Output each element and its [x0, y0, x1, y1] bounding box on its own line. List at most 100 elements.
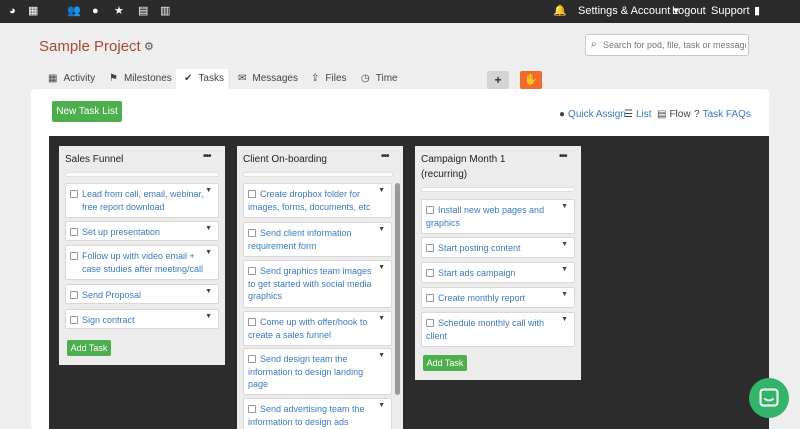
list-icon: ☰: [624, 109, 633, 120]
check-icon: ✔: [184, 73, 193, 84]
task-title[interactable]: Come up with offer/hook to create a sale…: [248, 316, 374, 341]
task-title[interactable]: Send client information requirement form: [248, 227, 374, 252]
caret-down-icon[interactable]: ▼: [378, 226, 385, 233]
task-title[interactable]: Create monthly report: [438, 292, 525, 305]
task-title[interactable]: Send graphics team images to get started…: [248, 265, 374, 303]
caret-down-icon[interactable]: ▼: [205, 288, 212, 295]
task-card[interactable]: Start ads campaign ▼: [421, 262, 575, 283]
column-menu-icon[interactable]: •••: [203, 151, 211, 162]
caret-down-icon[interactable]: ▼: [378, 264, 385, 271]
column-add-strip[interactable]: [65, 172, 219, 177]
task-card[interactable]: Create dropbox folder for images, forms,…: [243, 183, 392, 218]
tab-milestones[interactable]: ⚑ Milestones: [102, 69, 179, 89]
task-checkbox[interactable]: [70, 228, 78, 236]
task-title[interactable]: Install new web pages and graphics: [426, 204, 552, 229]
heart-icon[interactable]: ♡: [126, 39, 137, 53]
caret-down-icon[interactable]: ▼: [561, 203, 568, 210]
tab-tasks[interactable]: ✔ Tasks: [176, 69, 228, 89]
task-card[interactable]: Start posting content ▼: [421, 237, 575, 258]
add-task-button[interactable]: Add Task: [67, 340, 111, 356]
task-title[interactable]: Set up presentation: [82, 226, 160, 239]
pod-icon[interactable]: ◕: [9, 4, 16, 18]
task-card[interactable]: Sign contract ▼: [65, 309, 219, 329]
film-icon[interactable]: ▦: [28, 4, 38, 18]
task-card[interactable]: Create monthly report ▼: [421, 287, 575, 308]
task-card[interactable]: Install new web pages and graphics ▼: [421, 199, 575, 234]
task-card[interactable]: Come up with offer/hook to create a sale…: [243, 311, 392, 346]
task-title[interactable]: Start ads campaign: [438, 267, 516, 280]
quick-assign-link[interactable]: ● Quick Assign: [559, 108, 626, 121]
bookmark-icon[interactable]: ▮: [754, 4, 760, 18]
column-add-strip[interactable]: [243, 172, 393, 177]
caret-down-icon[interactable]: ▼: [378, 187, 385, 194]
task-title[interactable]: Send advertising team the information to…: [248, 403, 374, 428]
caret-down-icon[interactable]: ▼: [378, 402, 385, 409]
logout-link[interactable]: Logout: [672, 5, 706, 18]
hand-button[interactable]: ✋: [520, 71, 542, 89]
bell-icon[interactable]: 🔔: [553, 4, 567, 18]
caret-down-icon[interactable]: ▼: [205, 225, 212, 232]
task-card[interactable]: Lead from call, email, webinar, free rep…: [65, 183, 219, 218]
task-checkbox[interactable]: [70, 190, 78, 198]
task-card[interactable]: Send Proposal ▼: [65, 284, 219, 304]
tab-files[interactable]: ⇪ Files: [304, 69, 354, 89]
task-card[interactable]: Send graphics team images to get started…: [243, 260, 392, 308]
gear-icon[interactable]: ⚙: [144, 40, 154, 53]
caret-down-icon[interactable]: ▼: [378, 315, 385, 322]
task-title[interactable]: Lead from call, email, webinar, free rep…: [82, 188, 208, 213]
task-title[interactable]: Send design team the information to desi…: [248, 353, 374, 391]
column-add-strip[interactable]: [421, 187, 575, 192]
task-checkbox[interactable]: [426, 294, 434, 302]
task-checkbox[interactable]: [70, 252, 78, 260]
add-task-button[interactable]: Add Task: [423, 355, 467, 371]
calendar-icon[interactable]: ▤: [138, 4, 148, 18]
caret-down-icon[interactable]: ▼: [205, 313, 212, 320]
bar-chart-icon[interactable]: ▥: [160, 4, 170, 18]
column-menu-icon[interactable]: •••: [381, 151, 389, 162]
support-link[interactable]: Support: [711, 5, 750, 18]
task-title[interactable]: Sign contract: [82, 314, 135, 327]
envelope-icon: ✉: [238, 73, 247, 84]
tab-messages[interactable]: ✉ Messages: [232, 69, 304, 89]
column-title: Client On-boarding: [243, 154, 327, 165]
users-icon[interactable]: 👥: [67, 4, 81, 18]
task-checkbox[interactable]: [426, 269, 434, 277]
caret-down-icon[interactable]: ▼: [561, 316, 568, 323]
task-faqs-link[interactable]: ? Task FAQs: [694, 108, 751, 121]
new-task-list-button[interactable]: New Task List: [52, 101, 122, 122]
search-input[interactable]: [603, 38, 746, 52]
caret-down-icon[interactable]: ▼: [205, 187, 212, 194]
task-title[interactable]: Create dropbox folder for images, forms,…: [248, 188, 374, 213]
task-title[interactable]: Follow up with video email + case studie…: [82, 250, 208, 275]
task-card[interactable]: Send client information requirement form…: [243, 222, 392, 257]
settings-account-menu[interactable]: Settings & Account ▾: [578, 5, 679, 18]
task-checkbox[interactable]: [426, 244, 434, 252]
tab-activity[interactable]: ▦ Activity: [40, 69, 103, 89]
task-card[interactable]: Send advertising team the information to…: [243, 398, 392, 429]
task-title[interactable]: Start posting content: [438, 242, 521, 255]
search-icon: ⌕: [591, 39, 597, 50]
column-scrollbar[interactable]: [395, 183, 400, 395]
task-title[interactable]: Schedule monthly call with client: [426, 317, 552, 342]
task-card[interactable]: Set up presentation ▼: [65, 221, 219, 241]
caret-down-icon[interactable]: ▼: [378, 352, 385, 359]
tab-time[interactable]: ◷ Time: [354, 69, 405, 89]
task-checkbox[interactable]: [70, 291, 78, 299]
task-checkbox[interactable]: [70, 316, 78, 324]
task-card[interactable]: Send design team the information to desi…: [243, 348, 392, 395]
caret-down-icon[interactable]: ▼: [561, 266, 568, 273]
column-menu-icon[interactable]: •••: [559, 151, 567, 162]
task-card[interactable]: Schedule monthly call with client ▼: [421, 312, 575, 347]
task-card[interactable]: Follow up with video email + case studie…: [65, 245, 219, 280]
list-view-link[interactable]: ☰ List: [624, 108, 652, 121]
star-icon[interactable]: ★: [114, 4, 124, 18]
add-tab-button[interactable]: +: [487, 71, 509, 89]
chat-button[interactable]: [749, 378, 789, 418]
flow-view-link[interactable]: ▤ Flow: [657, 108, 691, 121]
task-title[interactable]: Send Proposal: [82, 289, 141, 302]
caret-down-icon[interactable]: ▼: [561, 291, 568, 298]
search-box: ⌕: [585, 34, 749, 56]
user-icon[interactable]: ●: [92, 4, 99, 18]
caret-down-icon[interactable]: ▼: [561, 241, 568, 248]
caret-down-icon[interactable]: ▼: [205, 249, 212, 256]
